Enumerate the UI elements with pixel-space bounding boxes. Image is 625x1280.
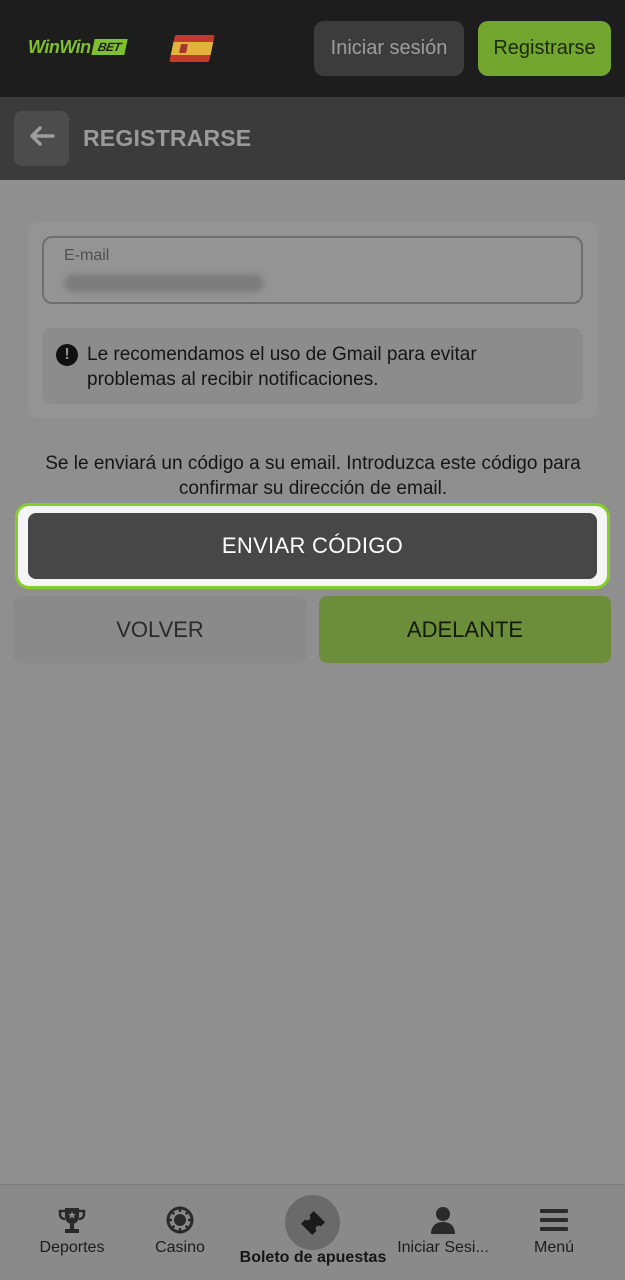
logo-part-2: Win [59,36,91,57]
login-button[interactable]: Iniciar sesión [314,21,464,76]
logo-part-3: BET [90,39,127,55]
nav-item-betslip[interactable]: Boleto de apuestas [238,1185,388,1280]
nav-label: Menú [533,1239,575,1256]
next-step-button[interactable]: ADELANTE [319,596,611,663]
ticket-icon [285,1195,340,1250]
back-step-button[interactable]: VOLVER [13,596,307,663]
nav-item-menu[interactable]: Menú [526,1185,582,1280]
nav-label: Casino [155,1239,205,1256]
send-code-button[interactable]: ENVIAR CÓDIGO [28,513,597,579]
casino-chip-icon [164,1205,196,1235]
gmail-recommendation-text: Le recomendamos el uso de Gmail para evi… [87,344,477,390]
page-title-bar: REGISTRARSE [0,97,625,180]
email-field[interactable]: E-mail [42,236,583,304]
nav-item-casino[interactable]: Casino [148,1185,212,1280]
top-header: Win Win BET Iniciar sesión Registrarse [0,0,625,97]
register-button[interactable]: Registrarse [478,21,611,76]
nav-label: Boleto de apuestas [239,1249,387,1266]
exclamation-circle-icon: ! [56,344,78,366]
nav-label: Iniciar Sesi... [397,1239,489,1256]
email-field-label: E-mail [64,247,110,264]
nav-item-login[interactable]: Iniciar Sesi... [393,1185,493,1280]
hamburger-menu-icon [538,1205,570,1235]
trophy-icon [56,1205,88,1235]
nav-item-deportes[interactable]: Deportes [36,1185,108,1280]
code-info-text: Se le enviará un código a su email. Intr… [45,453,581,499]
spain-flag-icon[interactable] [169,35,215,62]
page-title: REGISTRARSE [83,125,252,151]
arrow-left-icon [29,126,55,151]
email-field-value-blurred[interactable] [64,274,264,292]
nav-label: Deportes [39,1239,105,1256]
winwin-bet-logo[interactable]: Win Win BET [28,36,127,58]
logo-part-1: Win [28,36,60,57]
email-form-card: E-mail ! Le recomendamos el uso de Gmail… [28,222,598,418]
bottom-nav: Deportes Casino Boleto de apuestas Inici… [0,1184,625,1280]
user-icon [427,1205,459,1235]
gmail-recommendation-note: ! Le recomendamos el uso de Gmail para e… [42,328,583,404]
back-button[interactable] [14,111,69,166]
